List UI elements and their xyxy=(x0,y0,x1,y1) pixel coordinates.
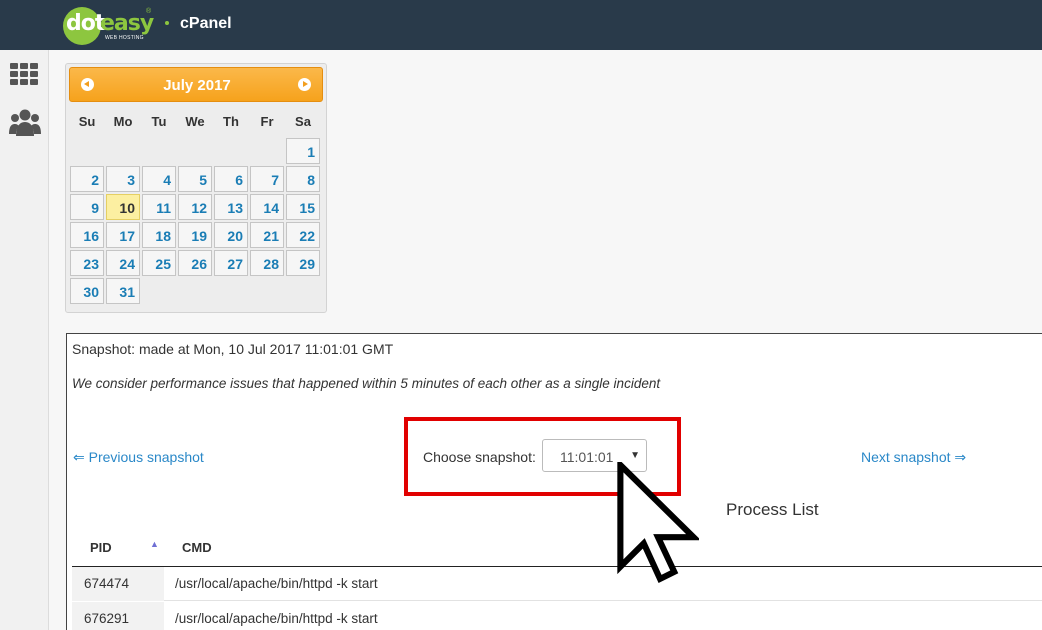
previous-snapshot-link[interactable]: ⇐ Previous snapshot xyxy=(73,449,204,466)
calendar-day[interactable]: 12 xyxy=(178,194,212,220)
weekday-header: Tu xyxy=(151,114,167,129)
calendar-day[interactable]: 2 xyxy=(70,166,104,192)
calendar-day[interactable]: 26 xyxy=(178,250,212,276)
calendar-day[interactable]: 5 xyxy=(178,166,212,192)
calendar-day[interactable]: 11 xyxy=(142,194,176,220)
table-row[interactable]: 674474/usr/local/apache/bin/httpd -k sta… xyxy=(72,567,1042,601)
calendar-day[interactable]: 17 xyxy=(106,222,140,248)
sidebar xyxy=(0,50,49,630)
calendar-day[interactable]: 29 xyxy=(286,250,320,276)
snapshot-panel: Snapshot: made at Mon, 10 Jul 2017 11:01… xyxy=(66,333,1042,630)
sort-ascending-icon[interactable]: ▲ xyxy=(150,539,159,549)
calendar-day[interactable]: 1 xyxy=(286,138,320,164)
calendar-day-selected[interactable]: 10 xyxy=(106,194,140,220)
chevron-right-icon[interactable] xyxy=(298,78,311,91)
logo-registered-mark: ® xyxy=(146,8,152,15)
cell-cmd: /usr/local/apache/bin/httpd -k start xyxy=(175,576,378,591)
calendar-day[interactable]: 9 xyxy=(70,194,104,220)
process-list-title: Process List xyxy=(726,500,819,519)
calendar-day[interactable]: 20 xyxy=(214,222,248,248)
weekday-header: Fr xyxy=(260,114,274,129)
users-icon[interactable] xyxy=(9,108,41,138)
doteasy-logo[interactable]: dot easy ® WEB HOSTING xyxy=(63,7,158,45)
calendar-month-title: July 2017 xyxy=(163,77,231,94)
weekday-header: Sa xyxy=(295,114,311,129)
calendar-day[interactable]: 24 xyxy=(106,250,140,276)
calendar-day[interactable]: 8 xyxy=(286,166,320,192)
cell-pid: 676291 xyxy=(72,602,164,630)
calendar-day[interactable]: 27 xyxy=(214,250,248,276)
column-header-pid[interactable]: PID xyxy=(90,540,112,555)
calendar-day[interactable]: 31 xyxy=(106,278,140,304)
top-bar: dot easy ® WEB HOSTING cPanel xyxy=(0,0,1042,50)
calendar-day[interactable]: 22 xyxy=(286,222,320,248)
incident-note: We consider performance issues that happ… xyxy=(72,376,661,391)
calendar-day[interactable]: 19 xyxy=(178,222,212,248)
calendar-day[interactable]: 15 xyxy=(286,194,320,220)
weekday-header: Su xyxy=(78,114,96,129)
weekday-header: We xyxy=(185,114,205,129)
calendar-day[interactable]: 21 xyxy=(250,222,284,248)
next-snapshot-link[interactable]: Next snapshot ⇒ xyxy=(861,449,966,466)
date-picker-calendar: July 2017 Su Mo Tu We Th Fr Sa 1 2 3 4 5 6 7 8 9 10 11 12 1… xyxy=(65,63,327,313)
calendar-day[interactable]: 16 xyxy=(70,222,104,248)
calendar-day[interactable]: 28 xyxy=(250,250,284,276)
table-row[interactable]: 676291/usr/local/apache/bin/httpd -k sta… xyxy=(72,602,1042,630)
calendar-day[interactable]: 4 xyxy=(142,166,176,192)
column-header-cmd[interactable]: CMD xyxy=(182,540,212,555)
calendar-header: July 2017 xyxy=(69,67,323,102)
cell-pid: 674474 xyxy=(72,567,164,601)
logo-text-dot: dot xyxy=(66,11,105,36)
calendar-day[interactable]: 7 xyxy=(250,166,284,192)
product-title[interactable]: cPanel xyxy=(180,15,232,33)
weekday-header: Th xyxy=(223,114,239,129)
calendar-day[interactable]: 6 xyxy=(214,166,248,192)
snapshot-timestamp: Snapshot: made at Mon, 10 Jul 2017 11:01… xyxy=(72,341,394,357)
weekday-header: Mo xyxy=(113,114,133,129)
calendar-day[interactable]: 25 xyxy=(142,250,176,276)
mouse-pointer-icon xyxy=(617,462,699,584)
separator-dot xyxy=(165,21,169,25)
calendar-day[interactable]: 3 xyxy=(106,166,140,192)
grid-icon[interactable] xyxy=(9,63,39,85)
logo-tagline: WEB HOSTING xyxy=(105,35,144,41)
calendar-day[interactable]: 23 xyxy=(70,250,104,276)
cell-cmd: /usr/local/apache/bin/httpd -k start xyxy=(175,611,378,626)
calendar-day[interactable]: 14 xyxy=(250,194,284,220)
calendar-day[interactable]: 18 xyxy=(142,222,176,248)
calendar-day[interactable]: 13 xyxy=(214,194,248,220)
calendar-day[interactable]: 30 xyxy=(70,278,104,304)
